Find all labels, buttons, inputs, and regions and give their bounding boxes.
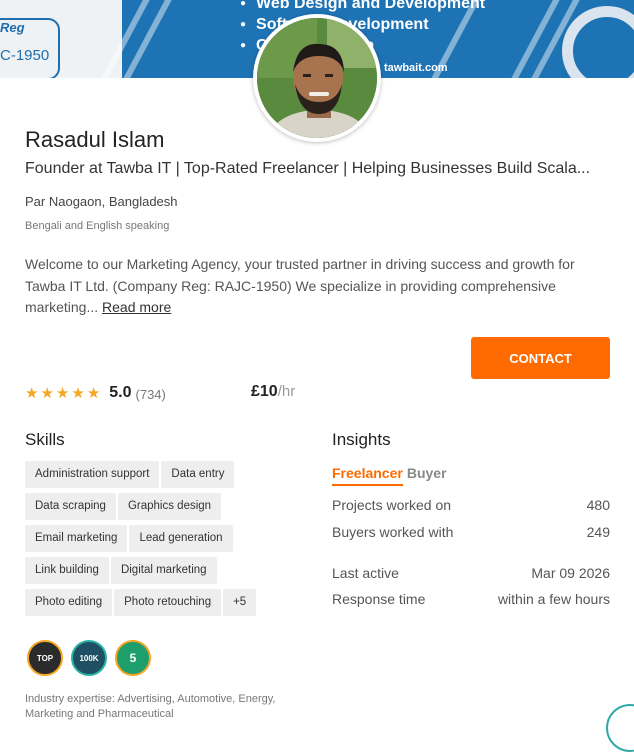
years-badge-icon[interactable]: 5	[115, 640, 151, 676]
earnings-badge-icon[interactable]: 100K	[71, 640, 107, 676]
contact-button[interactable]: CONTACT	[471, 337, 610, 379]
skill-chip[interactable]: Data entry	[161, 461, 235, 488]
insight-label: Projects worked on	[332, 497, 452, 513]
rate-value: £10	[251, 383, 278, 400]
skill-chip[interactable]: Email marketing	[25, 525, 128, 552]
insight-value: Mar 09 2026	[531, 565, 610, 581]
hourly-rate: £10/hr	[251, 383, 295, 401]
profile-languages: Bengali and English speaking	[25, 220, 170, 232]
insights-title: Insights	[332, 430, 391, 449]
reg-number: C-1950	[0, 47, 50, 64]
star-icon: ★	[25, 385, 39, 402]
tab-freelancer[interactable]: Freelancer	[332, 465, 403, 486]
rating-score: 5.0	[109, 384, 132, 401]
insight-label: Last active	[332, 565, 399, 581]
insight-row: Buyers worked with 249	[332, 524, 610, 540]
skill-chip[interactable]: Digital marketing	[110, 557, 217, 584]
insight-row: Response time within a few hours	[332, 591, 610, 607]
years-badge-text: 5	[129, 651, 137, 665]
banner-left-panel: Reg C-1950	[0, 0, 122, 78]
earnings-badge-text: 100K	[79, 653, 99, 663]
profile-name: Rasadul Islam	[25, 127, 165, 152]
insights-tabs: Freelancer Buyer	[332, 465, 447, 486]
skill-chip[interactable]: Photo retouching	[114, 589, 222, 616]
review-count[interactable]: (734)	[136, 387, 166, 402]
more-skills-chip[interactable]: +5	[223, 589, 257, 616]
insight-value: 249	[586, 524, 610, 540]
rating-summary: ★ ★ ★ ★ ★ 5.0 (734)	[25, 382, 166, 404]
badges: TOP 100K 5	[27, 640, 151, 676]
insight-label: Buyers worked with	[332, 524, 454, 540]
star-icon: ★	[86, 385, 101, 402]
insight-row: Projects worked on 480	[332, 497, 610, 513]
avatar-photo	[257, 18, 377, 138]
banner-url: tawbait.com	[384, 62, 448, 74]
star-icon: ★	[71, 385, 85, 402]
top-badge-text: TOP	[36, 653, 54, 663]
banner-service: Web Design and Development	[240, 0, 485, 15]
tab-buyer[interactable]: Buyer	[407, 465, 447, 481]
skill-chip[interactable]: Data scraping	[25, 493, 116, 520]
skill-chip[interactable]: Lead generation	[129, 525, 233, 552]
rate-unit: /hr	[277, 383, 296, 400]
profile-location: Par Naogaon, Bangladesh	[25, 194, 178, 209]
avatar[interactable]	[253, 14, 381, 142]
corner-logo-icon	[606, 704, 634, 752]
top-badge-icon[interactable]: TOP	[27, 640, 63, 676]
profile-headline: Founder at Tawba IT | Top-Rated Freelanc…	[25, 160, 591, 177]
reg-label: Reg	[0, 20, 25, 35]
skill-chip[interactable]: Link building	[25, 557, 109, 584]
skills-title: Skills	[25, 430, 65, 449]
insight-value: 480	[586, 497, 610, 513]
profile-about: Welcome to our Marketing Agency, your tr…	[25, 254, 610, 319]
skill-chip[interactable]: Administration support	[25, 461, 160, 488]
insight-label: Response time	[332, 591, 426, 607]
skill-chip[interactable]: Photo editing	[25, 589, 113, 616]
skill-chip[interactable]: Graphics design	[117, 493, 222, 520]
read-more-link[interactable]: Read more	[102, 299, 171, 315]
industry-expertise: Industry expertise: Advertising, Automot…	[25, 693, 276, 720]
star-icon: ★	[40, 385, 54, 402]
insight-value: within a few hours	[497, 591, 610, 607]
skills-list: Administration support Data entry Data sc…	[25, 461, 320, 621]
insight-row: Last active Mar 09 2026	[332, 565, 610, 581]
star-icon: ★	[55, 385, 70, 402]
